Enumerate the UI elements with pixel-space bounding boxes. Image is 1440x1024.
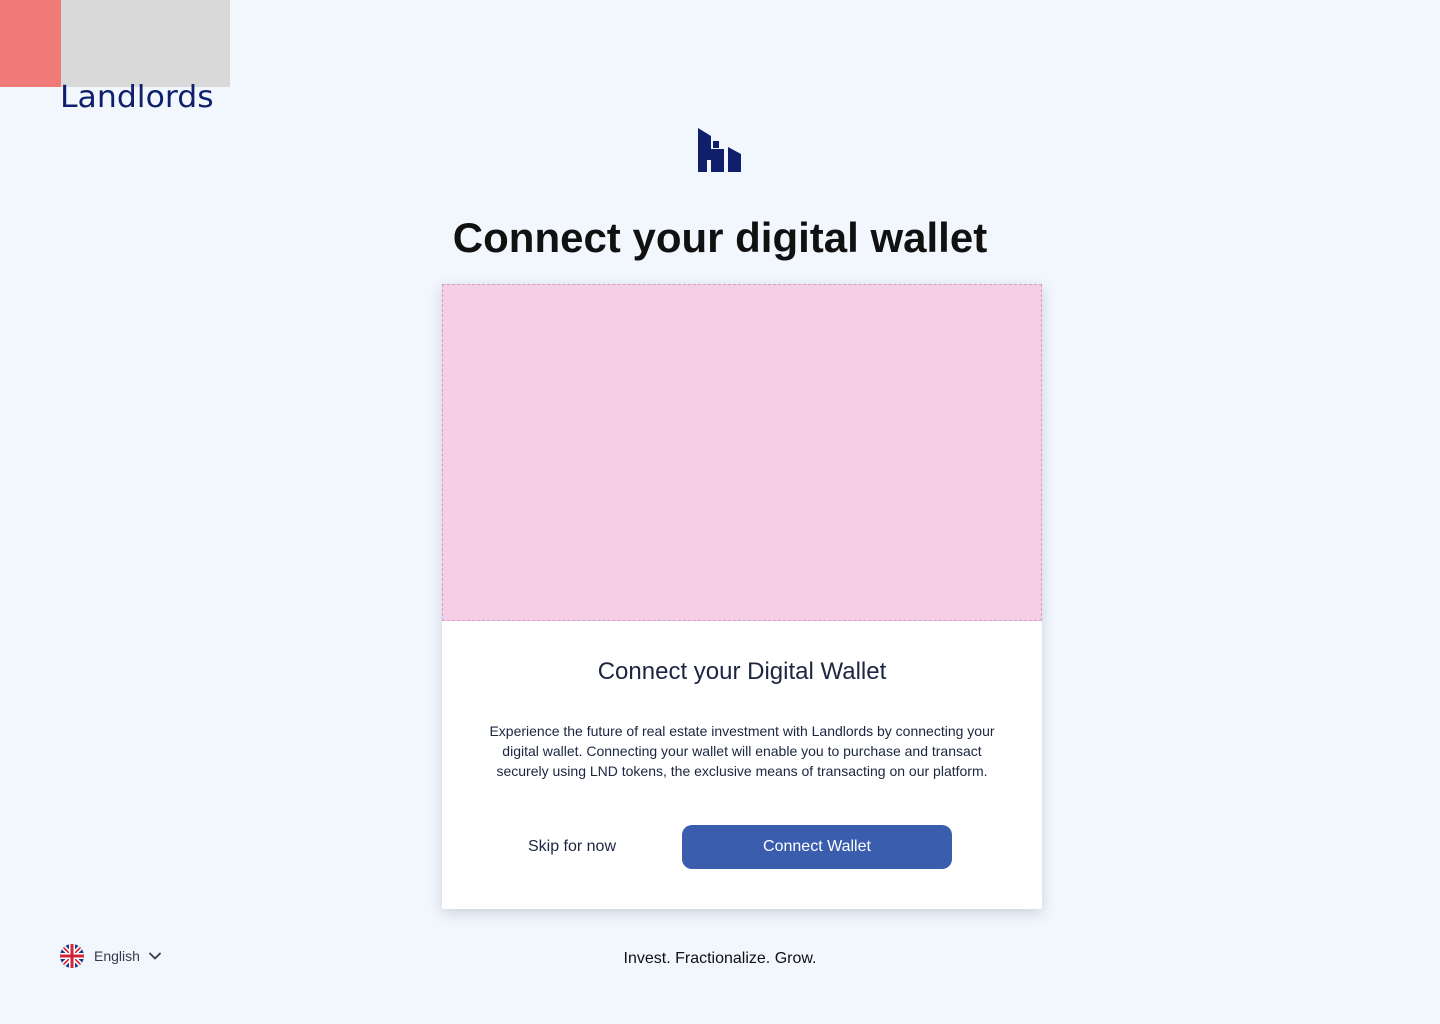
connect-wallet-button[interactable]: Connect Wallet — [682, 825, 952, 869]
corner-accent-red — [0, 0, 61, 87]
wallet-card: Connect your Digital Wallet Experience t… — [442, 284, 1042, 909]
page-title: Connect your digital wallet — [452, 214, 988, 261]
brand-logo-text: Landlords — [60, 80, 214, 115]
skip-button[interactable]: Skip for now — [502, 825, 642, 869]
corner-accent-grey — [61, 0, 230, 87]
illustration-placeholder — [442, 284, 1042, 621]
card-description: Experience the future of real estate inv… — [489, 723, 995, 779]
card-title: Connect your Digital Wallet — [597, 658, 887, 685]
landlords-mark-icon — [698, 128, 741, 172]
tagline: Invest. Fractionalize. Grow. — [623, 950, 817, 967]
